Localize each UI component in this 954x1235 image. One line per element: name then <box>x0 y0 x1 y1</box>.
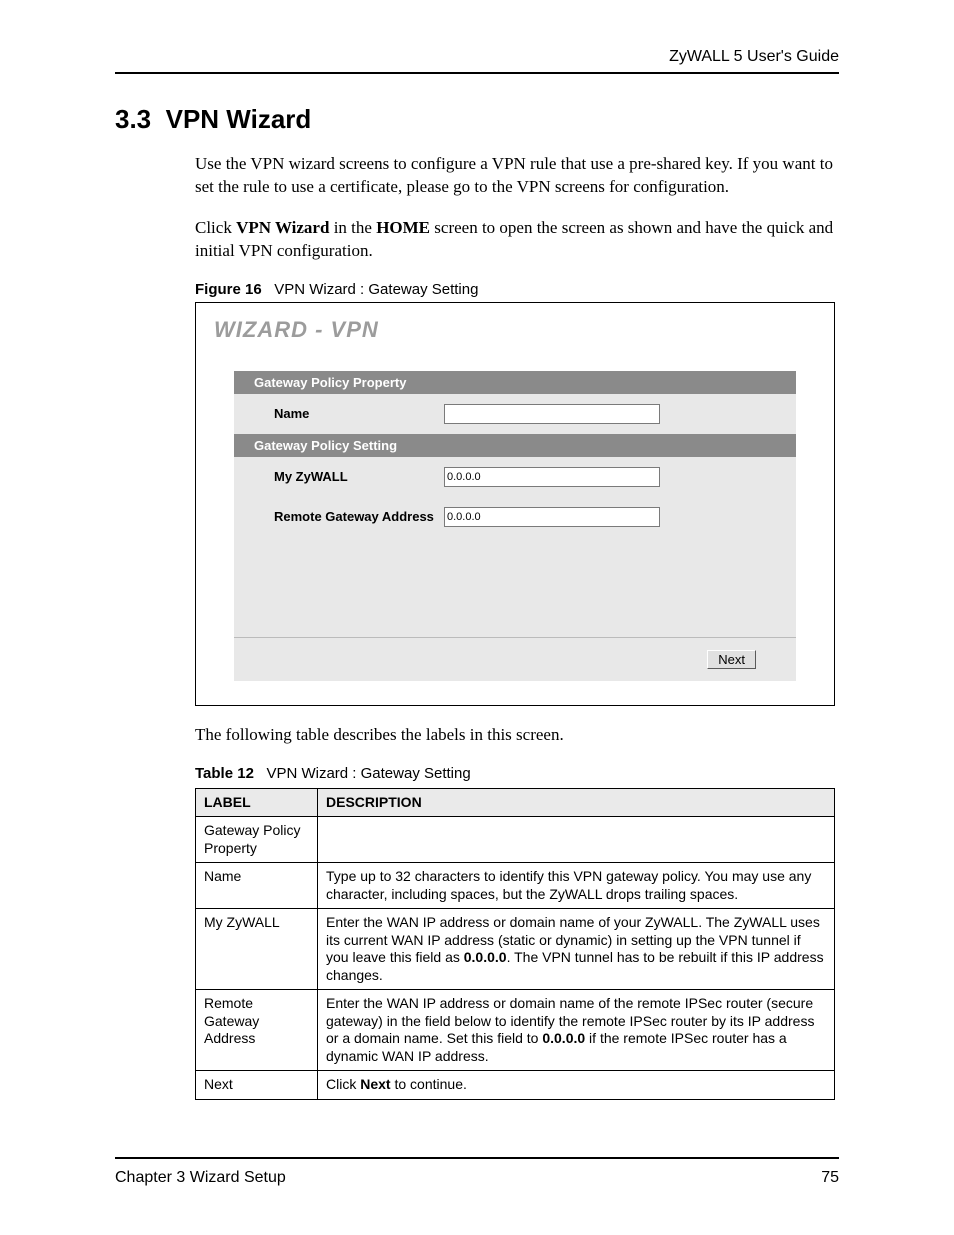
figure-caption: Figure 16 VPN Wizard : Gateway Setting <box>195 281 839 298</box>
panel-header-property: Gateway Policy Property <box>234 371 796 394</box>
panel-spacer <box>234 537 796 638</box>
wizard-title: WIZARD - VPN <box>214 317 816 343</box>
page-footer: Chapter 3 Wizard Setup 75 <box>115 1169 839 1187</box>
table-row: Remote Gateway Address Enter the WAN IP … <box>196 990 835 1071</box>
label-name: Name <box>274 406 444 421</box>
row-name: Name <box>234 394 796 434</box>
table-row: Name Type up to 32 characters to identif… <box>196 863 835 909</box>
panel-header-setting: Gateway Policy Setting <box>234 434 796 457</box>
footer-page-number: 75 <box>821 1169 839 1187</box>
paragraph-2: Click VPN Wizard in the HOME screen to o… <box>195 217 839 263</box>
table-label: Table 12 <box>195 765 254 782</box>
cell-label: My ZyWALL <box>196 909 318 990</box>
header-rule <box>115 72 839 74</box>
cell-desc: Enter the WAN IP address or domain name … <box>318 990 835 1071</box>
footer-rule <box>115 1157 839 1159</box>
section-number: 3.3 <box>115 104 151 134</box>
th-label: LABEL <box>196 788 318 817</box>
footer-chapter: Chapter 3 Wizard Setup <box>115 1169 286 1187</box>
label-remote-gateway: Remote Gateway Address <box>274 509 444 524</box>
running-head: ZyWALL 5 User's Guide <box>115 48 839 72</box>
paragraph-1: Use the VPN wizard screens to configure … <box>195 153 839 199</box>
cell-desc: Enter the WAN IP address or domain name … <box>318 909 835 990</box>
cell-label: Gateway Policy Property <box>196 817 318 863</box>
intro-paragraphs: Use the VPN wizard screens to configure … <box>195 153 839 263</box>
wizard-panel: Gateway Policy Property Name Gateway Pol… <box>234 371 796 681</box>
next-button[interactable]: Next <box>707 650 756 669</box>
table-header-row: LABEL DESCRIPTION <box>196 788 835 817</box>
cell-desc: Type up to 32 characters to identify thi… <box>318 863 835 909</box>
figure-caption-text: VPN Wizard : Gateway Setting <box>274 281 478 298</box>
input-remote-gateway[interactable] <box>444 507 660 527</box>
cell-label: Next <box>196 1071 318 1100</box>
figure-label: Figure 16 <box>195 281 262 298</box>
table-row: My ZyWALL Enter the WAN IP address or do… <box>196 909 835 990</box>
section-title-text: VPN Wizard <box>166 104 312 134</box>
cell-label: Remote Gateway Address <box>196 990 318 1071</box>
th-description: DESCRIPTION <box>318 788 835 817</box>
input-name[interactable] <box>444 404 660 424</box>
after-figure-text: The following table describes the labels… <box>195 724 839 747</box>
cell-desc: Click Next to continue. <box>318 1071 835 1100</box>
table-row: Next Click Next to continue. <box>196 1071 835 1100</box>
row-myzywall: My ZyWALL <box>234 457 796 497</box>
description-table: LABEL DESCRIPTION Gateway Policy Propert… <box>195 788 835 1100</box>
cell-label: Name <box>196 863 318 909</box>
table-row: Gateway Policy Property <box>196 817 835 863</box>
row-remote-gateway: Remote Gateway Address <box>234 497 796 537</box>
section-heading: 3.3 VPN Wizard <box>115 104 839 135</box>
table-caption: Table 12 VPN Wizard : Gateway Setting <box>195 765 839 782</box>
panel-footer: Next <box>234 638 796 681</box>
wizard-figure: WIZARD - VPN Gateway Policy Property Nam… <box>195 302 835 706</box>
label-myzywall: My ZyWALL <box>274 469 444 484</box>
input-myzywall[interactable] <box>444 467 660 487</box>
table-caption-text: VPN Wizard : Gateway Setting <box>266 765 470 782</box>
cell-desc <box>318 817 835 863</box>
after-figure-paragraph: The following table describes the labels… <box>195 724 839 747</box>
